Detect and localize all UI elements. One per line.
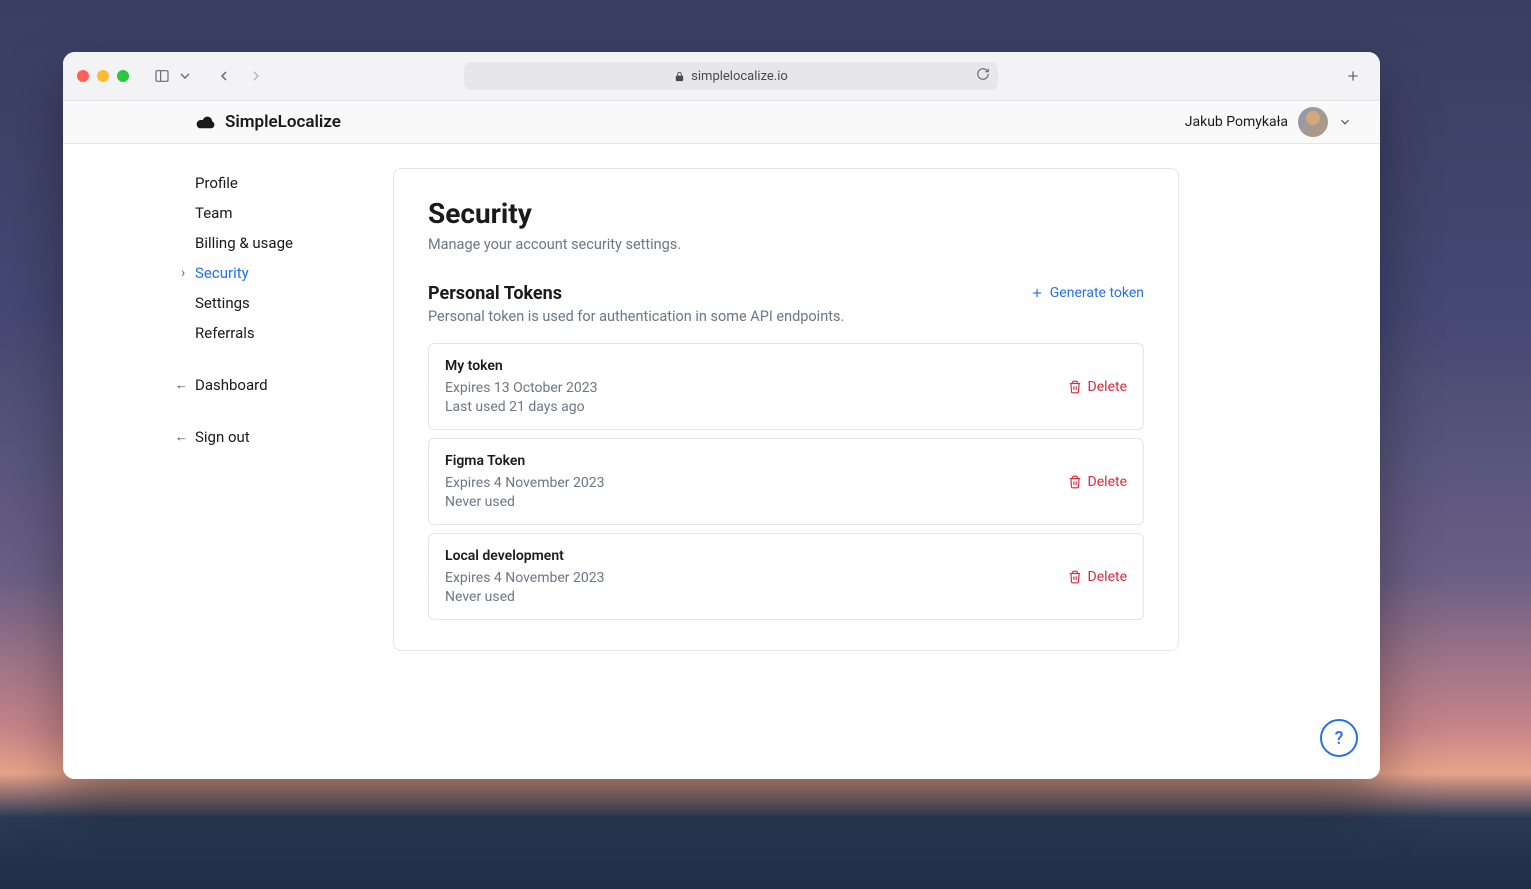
delete-token-button[interactable]: Delete <box>1068 474 1127 490</box>
avatar <box>1298 107 1328 137</box>
sidebar-item-billing[interactable]: Billing & usage <box>195 228 333 258</box>
app-header: SimpleLocalize Jakub Pomykała <box>63 101 1380 144</box>
cloud-icon <box>195 114 217 130</box>
page-subtitle: Manage your account security settings. <box>428 236 1144 253</box>
sidebar-item-dashboard[interactable]: Dashboard <box>195 370 333 400</box>
trash-icon <box>1068 380 1082 394</box>
delete-label: Delete <box>1088 379 1127 395</box>
generate-token-button[interactable]: Generate token <box>1030 283 1144 301</box>
sidebar-item-label: Dashboard <box>195 376 268 394</box>
sidebar-item-signout[interactable]: Sign out <box>195 422 333 452</box>
maximize-window-button[interactable] <box>117 70 129 82</box>
token-card: Local development Expires 4 November 202… <box>428 533 1144 620</box>
sidebar-item-team[interactable]: Team <box>195 198 333 228</box>
sidebar-item-label: Security <box>195 264 249 282</box>
plus-icon <box>1030 286 1044 300</box>
address-bar[interactable]: simplelocalize.io <box>464 62 998 90</box>
new-tab-button[interactable] <box>1340 63 1366 89</box>
sidebar: Profile Team Billing & usage Security Se… <box>63 144 333 779</box>
sidebar-item-referrals[interactable]: Referrals <box>195 318 333 348</box>
sidebar-item-label: Sign out <box>195 428 250 446</box>
token-expires: Expires 4 November 2023 <box>445 475 604 491</box>
back-button[interactable] <box>211 63 237 89</box>
token-name: Local development <box>445 548 604 564</box>
refresh-icon[interactable] <box>976 67 990 85</box>
token-name: Figma Token <box>445 453 604 469</box>
browser-window: simplelocalize.io SimpleLocalize Jakub P… <box>63 52 1380 779</box>
sidebar-item-security[interactable]: Security <box>195 258 333 288</box>
sidebar-item-settings[interactable]: Settings <box>195 288 333 318</box>
token-name: My token <box>445 358 597 374</box>
token-card: Figma Token Expires 4 November 2023 Neve… <box>428 438 1144 525</box>
minimize-window-button[interactable] <box>97 70 109 82</box>
token-last-used: Never used <box>445 494 604 510</box>
brand-logo[interactable]: SimpleLocalize <box>195 112 341 132</box>
sidebar-item-label: Billing & usage <box>195 234 293 252</box>
lock-icon <box>674 71 685 82</box>
token-last-used: Last used 21 days ago <box>445 399 597 415</box>
sidebar-item-label: Team <box>195 204 233 222</box>
help-icon: ? <box>1335 728 1344 749</box>
trash-icon <box>1068 570 1082 584</box>
chevron-down-icon <box>1338 115 1352 129</box>
window-controls <box>77 70 129 82</box>
help-button[interactable]: ? <box>1320 719 1358 757</box>
security-card: Security Manage your account security se… <box>393 168 1179 651</box>
url-text: simplelocalize.io <box>691 69 788 84</box>
delete-label: Delete <box>1088 569 1127 585</box>
token-list: My token Expires 13 October 2023 Last us… <box>428 343 1144 620</box>
sidebar-item-label: Profile <box>195 174 238 192</box>
user-menu[interactable]: Jakub Pomykała <box>1185 107 1352 137</box>
token-expires: Expires 4 November 2023 <box>445 570 604 586</box>
delete-token-button[interactable]: Delete <box>1068 569 1127 585</box>
sidebar-item-profile[interactable]: Profile <box>195 168 333 198</box>
token-last-used: Never used <box>445 589 604 605</box>
chevron-down-icon[interactable] <box>177 63 193 89</box>
sidebar-item-label: Referrals <box>195 324 255 342</box>
section-title: Personal Tokens <box>428 283 562 304</box>
delete-token-button[interactable]: Delete <box>1068 379 1127 395</box>
browser-toolbar: simplelocalize.io <box>63 52 1380 101</box>
main-content: Security Manage your account security se… <box>333 144 1380 779</box>
delete-label: Delete <box>1088 474 1127 490</box>
generate-token-label: Generate token <box>1050 285 1144 301</box>
close-window-button[interactable] <box>77 70 89 82</box>
page-title: Security <box>428 197 1144 230</box>
sidebar-toggle-icon[interactable] <box>149 63 175 89</box>
section-subtitle: Personal token is used for authenticatio… <box>428 308 1144 325</box>
user-name: Jakub Pomykała <box>1185 114 1288 130</box>
brand-name: SimpleLocalize <box>225 112 341 132</box>
sidebar-item-label: Settings <box>195 294 250 312</box>
token-card: My token Expires 13 October 2023 Last us… <box>428 343 1144 430</box>
forward-button[interactable] <box>243 63 269 89</box>
trash-icon <box>1068 475 1082 489</box>
token-expires: Expires 13 October 2023 <box>445 380 597 396</box>
